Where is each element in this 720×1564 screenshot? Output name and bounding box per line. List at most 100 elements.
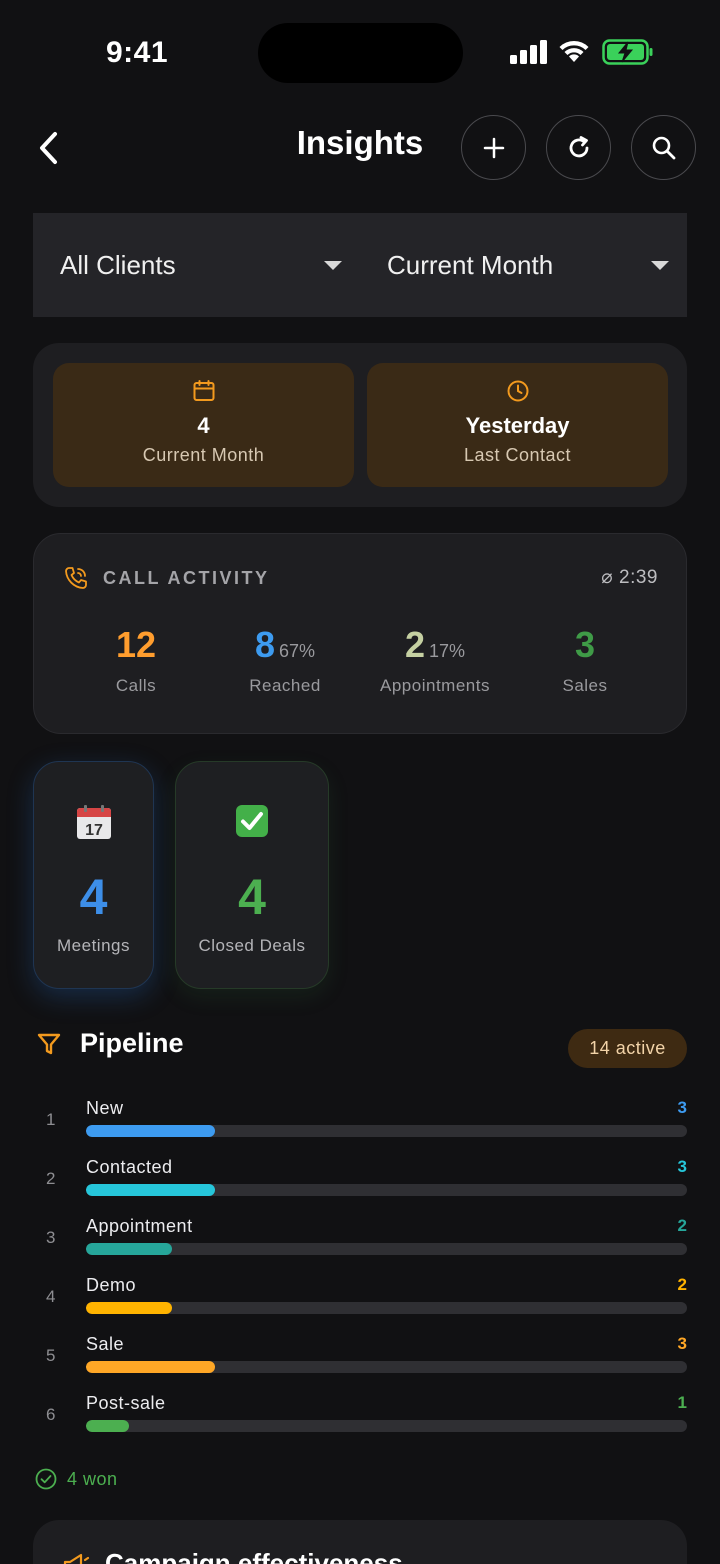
- period-filter-dropdown[interactable]: Current Month: [360, 213, 687, 317]
- period-filter-value: Current Month: [387, 249, 554, 280]
- filter-bar: All Clients Current Month: [33, 213, 687, 317]
- stage-progress-track: [86, 1302, 687, 1314]
- meetings-count: 4: [79, 869, 108, 925]
- stage-index: 1: [46, 1110, 56, 1129]
- stage-progress-track: [86, 1243, 687, 1255]
- stage-count: 3: [677, 1098, 687, 1117]
- megaphone-icon: [63, 1553, 90, 1564]
- stat-percent: 17%: [429, 641, 466, 661]
- won-label: 4 won: [67, 1468, 118, 1489]
- client-filter-value: All Clients: [60, 249, 176, 280]
- stat-label: Calls: [115, 676, 157, 695]
- stat-label: Appointments: [380, 676, 490, 695]
- summary-label: Current Month: [142, 445, 265, 465]
- stage-progress-track: [86, 1184, 687, 1196]
- refresh-button[interactable]: [546, 115, 611, 180]
- check-circle-icon: [35, 1468, 57, 1490]
- closed-deals-card[interactable]: 4 Closed Deals: [175, 761, 329, 989]
- stage-progress-fill: [86, 1184, 215, 1196]
- call-activity-header: CALL ACTIVITY: [63, 565, 270, 591]
- stage-name: Post-sale: [86, 1393, 166, 1413]
- stage-name: Contacted: [86, 1157, 173, 1177]
- stage-count: 3: [677, 1157, 687, 1176]
- call-stat-appointments: 2 17% Appointments: [360, 624, 510, 696]
- battery-charging-icon: [602, 39, 653, 65]
- pipeline-stage[interactable]: 1 New 3: [36, 1098, 687, 1148]
- stage-count: 3: [677, 1334, 687, 1353]
- meetings-card[interactable]: 17 4 Meetings: [33, 761, 154, 989]
- dynamic-island: [258, 23, 463, 83]
- refresh-icon: [569, 135, 588, 157]
- cellular-signal-icon: [510, 40, 547, 64]
- calendar-emoji-icon: 17: [76, 805, 111, 839]
- campaign-title: Campaign effectiveness: [105, 1548, 403, 1564]
- closed-deals-label: Closed Deals: [198, 936, 306, 955]
- stage-name: Demo: [86, 1275, 137, 1295]
- stat-value: 3: [574, 624, 596, 665]
- stage-progress-track: [86, 1420, 687, 1432]
- stat-value: 2: [404, 624, 425, 665]
- meetings-label: Meetings: [57, 936, 130, 955]
- pipeline-stage[interactable]: 5 Sale 3: [36, 1334, 687, 1384]
- svg-text:17: 17: [85, 822, 103, 839]
- pipeline-stage[interactable]: 2 Contacted 3: [36, 1157, 687, 1207]
- page-title: Insights: [296, 124, 424, 161]
- stat-value: 8: [254, 624, 275, 665]
- status-time: 9:41: [106, 36, 169, 69]
- stage-name: Appointment: [86, 1216, 193, 1236]
- stage-index: 2: [46, 1169, 56, 1188]
- stat-percent: 67%: [279, 641, 316, 661]
- caret-down-icon: [651, 260, 669, 270]
- check-emoji-icon: [236, 805, 268, 837]
- stage-index: 6: [46, 1405, 56, 1424]
- summary-tile-current-month: 4 Current Month: [53, 363, 354, 487]
- stage-progress-fill: [86, 1243, 172, 1255]
- stage-progress-track: [86, 1361, 687, 1373]
- stat-label: Reached: [249, 676, 321, 695]
- search-button[interactable]: [631, 115, 696, 180]
- call-stat-reached: 8 67% Reached: [210, 624, 360, 696]
- stage-index: 3: [46, 1228, 56, 1247]
- average-call-duration: ⌀ 2:39: [601, 567, 658, 588]
- summary-value: 4: [197, 413, 210, 438]
- add-button[interactable]: [461, 115, 526, 180]
- call-stat-sales: 3 Sales: [510, 624, 660, 696]
- stage-index: 4: [46, 1287, 56, 1306]
- summary-tile-last-contact: Yesterday Last Contact: [367, 363, 668, 487]
- active-count-badge: 14 active: [568, 1029, 687, 1068]
- funnel-icon: [37, 1033, 61, 1054]
- calendar-icon: [193, 380, 214, 401]
- back-button[interactable]: [30, 126, 66, 170]
- stage-name: New: [86, 1098, 124, 1118]
- campaign-effectiveness-card[interactable]: Campaign effectiveness: [33, 1520, 687, 1564]
- caret-down-icon: [324, 260, 342, 270]
- pipeline-stage[interactable]: 4 Demo 2: [36, 1275, 687, 1325]
- stat-label: Sales: [562, 676, 608, 695]
- summary-label: Last Contact: [463, 445, 572, 465]
- pipeline-stage[interactable]: 6 Post-sale 1: [36, 1393, 687, 1443]
- stage-count: 2: [677, 1275, 687, 1294]
- stage-progress-track: [86, 1125, 687, 1137]
- stage-count: 2: [677, 1216, 687, 1235]
- client-filter-dropdown[interactable]: All Clients: [33, 213, 360, 317]
- stage-count: 1: [677, 1393, 687, 1412]
- clock-icon: [507, 380, 528, 402]
- stage-name: Sale: [86, 1334, 125, 1354]
- won-summary: 4 won: [35, 1468, 118, 1490]
- call-stat-calls: 12 Calls: [61, 624, 211, 696]
- search-icon: [652, 136, 675, 159]
- chevron-left-icon: [40, 132, 57, 164]
- summary-value: Yesterday: [465, 413, 570, 438]
- stage-index: 5: [46, 1346, 56, 1365]
- pipeline-stage[interactable]: 3 Appointment 2: [36, 1216, 687, 1266]
- wifi-icon: [559, 40, 589, 62]
- plus-icon: [483, 137, 504, 158]
- status-bar: 9:41: [0, 0, 720, 100]
- phone-call-icon: [65, 567, 87, 589]
- stage-progress-fill: [86, 1361, 215, 1373]
- pipeline-header: Pipeline: [36, 1028, 184, 1059]
- call-activity-title: CALL ACTIVITY: [103, 567, 270, 588]
- stat-value: 12: [115, 624, 157, 665]
- call-activity-card: CALL ACTIVITY ⌀ 2:39 12 Calls 8 67% Reach…: [33, 533, 687, 734]
- closed-deals-count: 4: [238, 869, 266, 925]
